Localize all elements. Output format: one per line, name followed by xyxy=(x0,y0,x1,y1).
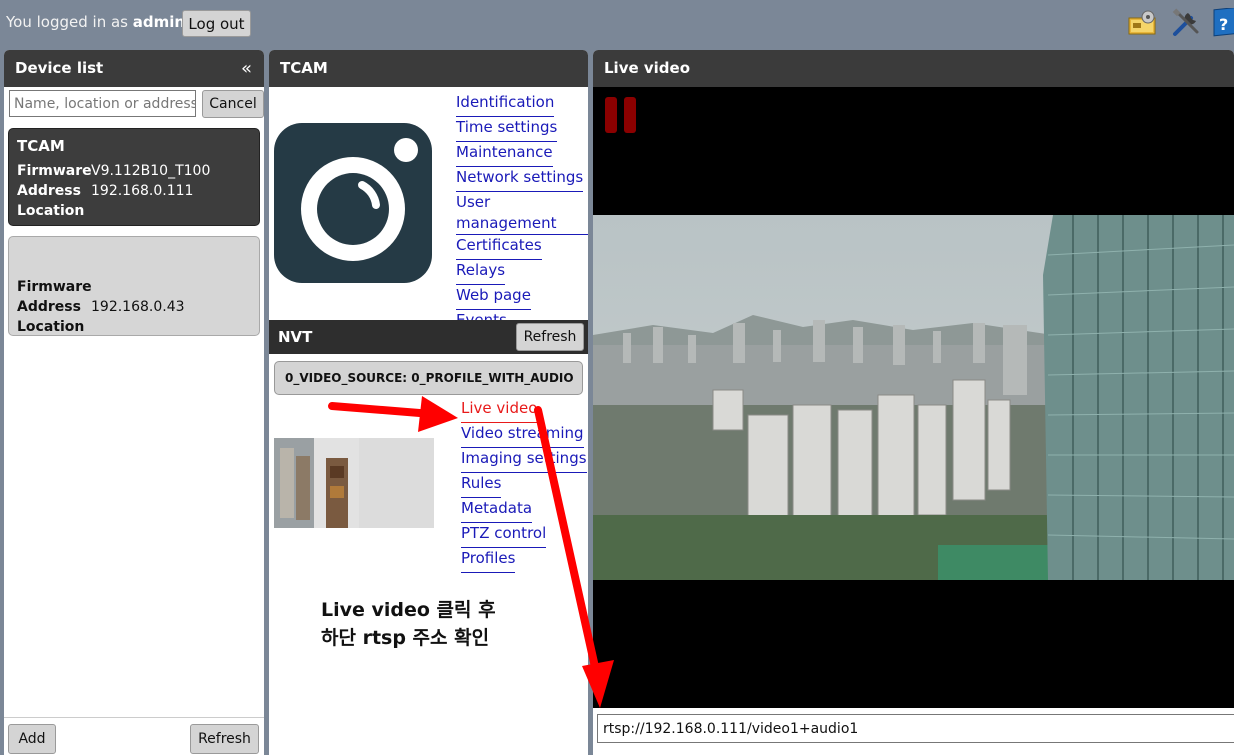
collapse-icon[interactable]: « xyxy=(241,50,252,87)
live-video-panel: Live video xyxy=(593,50,1234,755)
pause-icon[interactable] xyxy=(605,97,637,133)
menu-relays[interactable]: Relays xyxy=(456,260,506,285)
menu-network-settings[interactable]: Network settings xyxy=(456,167,584,192)
live-video-header: Live video xyxy=(593,50,1234,87)
menu-maintenance[interactable]: Maintenance xyxy=(456,142,553,167)
tcam-title: TCAM xyxy=(280,59,328,77)
svg-text:?: ? xyxy=(1219,15,1228,34)
address-label: Address xyxy=(17,299,81,315)
nvt-header: NVT Refresh xyxy=(269,320,588,354)
device-card-tcam[interactable]: TCAM FirmwareV9.112B10_T100 Address 192.1… xyxy=(8,128,260,226)
menu-user-management[interactable]: User management xyxy=(456,192,588,235)
menu-imaging-settings[interactable]: Imaging settings xyxy=(461,448,587,473)
nvt-menu: Live video Video streaming Imaging setti… xyxy=(461,398,587,573)
cancel-button[interactable]: Cancel xyxy=(202,90,264,118)
help-icon[interactable]: ? xyxy=(1212,8,1234,38)
live-video-title: Live video xyxy=(604,59,691,77)
rtsp-url-field[interactable] xyxy=(597,714,1234,743)
device-search-input[interactable] xyxy=(9,90,196,117)
menu-ptz-control[interactable]: PTZ control xyxy=(461,523,547,548)
device-address-row: Address 192.168.0.111 xyxy=(17,183,259,203)
device-firmware-row: Firmware xyxy=(17,279,259,299)
logout-button[interactable]: Log out xyxy=(182,10,251,37)
menu-web-page[interactable]: Web page xyxy=(456,285,531,310)
device-list-header: Device list « xyxy=(4,50,264,87)
instruction-annotation: Live video 클릭 후 하단 rtsp 주소 확인 xyxy=(321,596,496,652)
device-list-footer: Add Refresh xyxy=(4,717,264,755)
video-frame xyxy=(593,215,1234,580)
video-thumbnail[interactable] xyxy=(274,438,434,528)
top-bar: You logged in as admin Log out ? xyxy=(0,0,1234,46)
location-label: Location xyxy=(17,203,85,219)
device-list-panel: Device list « Cancel TCAM FirmwareV9.112… xyxy=(4,50,264,755)
video-player[interactable] xyxy=(593,87,1234,708)
device-list-title: Device list xyxy=(15,59,104,77)
menu-time-settings[interactable]: Time settings xyxy=(456,117,558,142)
refresh-devices-button[interactable]: Refresh xyxy=(190,724,259,754)
device-name xyxy=(17,245,259,279)
camera-logo-icon xyxy=(274,123,432,283)
device-firmware-row: FirmwareV9.112B10_T100 xyxy=(17,163,259,183)
menu-metadata[interactable]: Metadata xyxy=(461,498,533,523)
nvt-refresh-button[interactable]: Refresh xyxy=(516,323,584,351)
firmware-label: Firmware xyxy=(17,279,92,295)
device-location-row: Location xyxy=(17,319,259,339)
firmware-label: Firmware xyxy=(17,163,92,179)
menu-certificates[interactable]: Certificates xyxy=(456,235,542,260)
login-status: You logged in as admin xyxy=(6,13,185,31)
tcam-header: TCAM xyxy=(269,50,588,87)
device-name: TCAM xyxy=(17,137,65,155)
login-prefix: You logged in as xyxy=(6,13,128,31)
tcam-panel: TCAM Identification Time settings Mainte… xyxy=(269,50,588,755)
menu-rules[interactable]: Rules xyxy=(461,473,502,498)
add-device-button[interactable]: Add xyxy=(8,724,56,754)
address-value: 192.168.0.111 xyxy=(91,183,194,199)
address-value: 192.168.0.43 xyxy=(91,299,185,315)
profile-selector[interactable]: 0_VIDEO_SOURCE: 0_PROFILE_WITH_AUDIO xyxy=(274,361,583,395)
device-address-row: Address 192.168.0.43 xyxy=(17,299,259,319)
menu-video-streaming[interactable]: Video streaming xyxy=(461,423,584,448)
username: admin xyxy=(132,13,186,31)
device-card-second[interactable]: Firmware Address 192.168.0.43 Location xyxy=(8,236,260,336)
annotation-line-1: Live video 클릭 후 xyxy=(321,599,496,621)
annotation-line-2: 하단 rtsp 주소 확인 xyxy=(321,627,490,649)
menu-identification[interactable]: Identification xyxy=(456,92,555,117)
nvt-title: NVT xyxy=(278,328,313,346)
address-label: Address xyxy=(17,183,81,199)
menu-profiles[interactable]: Profiles xyxy=(461,548,516,573)
device-location-row: Location xyxy=(17,203,259,223)
camera-settings-icon[interactable] xyxy=(1128,8,1158,38)
tools-icon[interactable] xyxy=(1171,8,1201,38)
tcam-menu: Identification Time settings Maintenance… xyxy=(456,92,588,335)
firmware-value: V9.112B10_T100 xyxy=(91,163,211,179)
location-label: Location xyxy=(17,319,85,335)
menu-live-video[interactable]: Live video xyxy=(461,398,538,423)
